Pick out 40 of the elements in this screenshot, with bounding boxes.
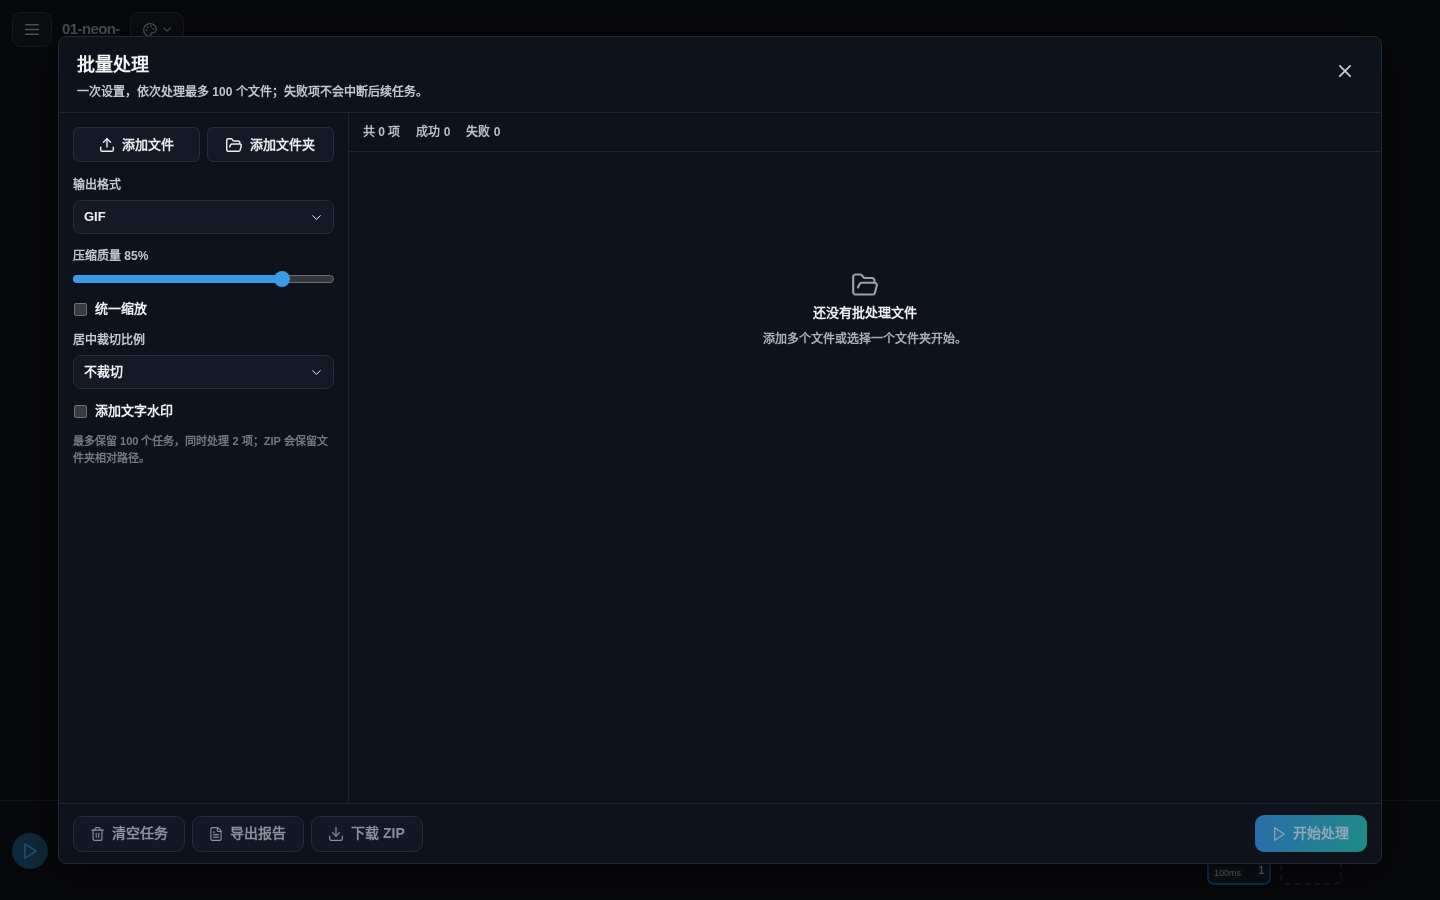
menu-button[interactable] (12, 12, 52, 47)
checkbox[interactable] (74, 302, 87, 316)
caret-icon (162, 27, 171, 32)
dropdown-select[interactable]: 不裁切 (73, 355, 334, 389)
caret-icon (312, 214, 321, 220)
palette-icon (142, 22, 157, 37)
field-label: 居中裁切比例 (73, 333, 145, 347)
slider-label: 压缩质量 85% (73, 249, 149, 263)
play-icon (23, 843, 37, 859)
upload-icon (99, 137, 114, 152)
slider-thumb[interactable] (273, 271, 290, 287)
dropdown-select[interactable]: GIF (73, 200, 334, 234)
empty-text: 添加多个文件或选择一个文件夹开始。 (763, 331, 967, 347)
frame-duration: 100ms (1211, 867, 1244, 880)
dialog-title: 批量处理 (77, 54, 149, 77)
checkbox-label: 添加文字水印 (95, 403, 173, 419)
checkbox[interactable] (74, 404, 87, 418)
add-folder-button[interactable]: 添加文件夹 (207, 127, 334, 162)
field-label: 输出格式 (73, 178, 121, 192)
hint-text: 最多保留 100 个任务，同时处理 2 项；ZIP 会保留文件夹相对路径。 (73, 433, 329, 466)
download-icon (329, 826, 344, 841)
dialog-subtitle: 一次设置，依次处理最多 100 个文件；失败项不会中断后续任务。 (77, 84, 428, 100)
folder-icon (226, 137, 242, 152)
slider-track[interactable] (73, 271, 334, 287)
folder-icon (852, 273, 878, 296)
empty-title: 还没有批处理文件 (813, 304, 917, 322)
checkbox-label: 统一缩放 (95, 301, 147, 317)
add-files-button[interactable]: 添加文件 (73, 127, 200, 162)
count-text: 共 0 项 (363, 124, 401, 141)
project-title: 01-neon- (62, 19, 120, 39)
play-icon (1273, 826, 1285, 841)
trash-icon (90, 826, 104, 841)
menu-icon (25, 24, 39, 35)
frame-number: 1 (1255, 864, 1267, 878)
count-text: 失败 0 (466, 123, 501, 141)
caret-icon (312, 369, 321, 375)
play-button[interactable] (12, 833, 48, 869)
close-icon (1339, 65, 1351, 77)
count-text: 成功 0 (416, 123, 451, 141)
document-icon (210, 826, 222, 841)
